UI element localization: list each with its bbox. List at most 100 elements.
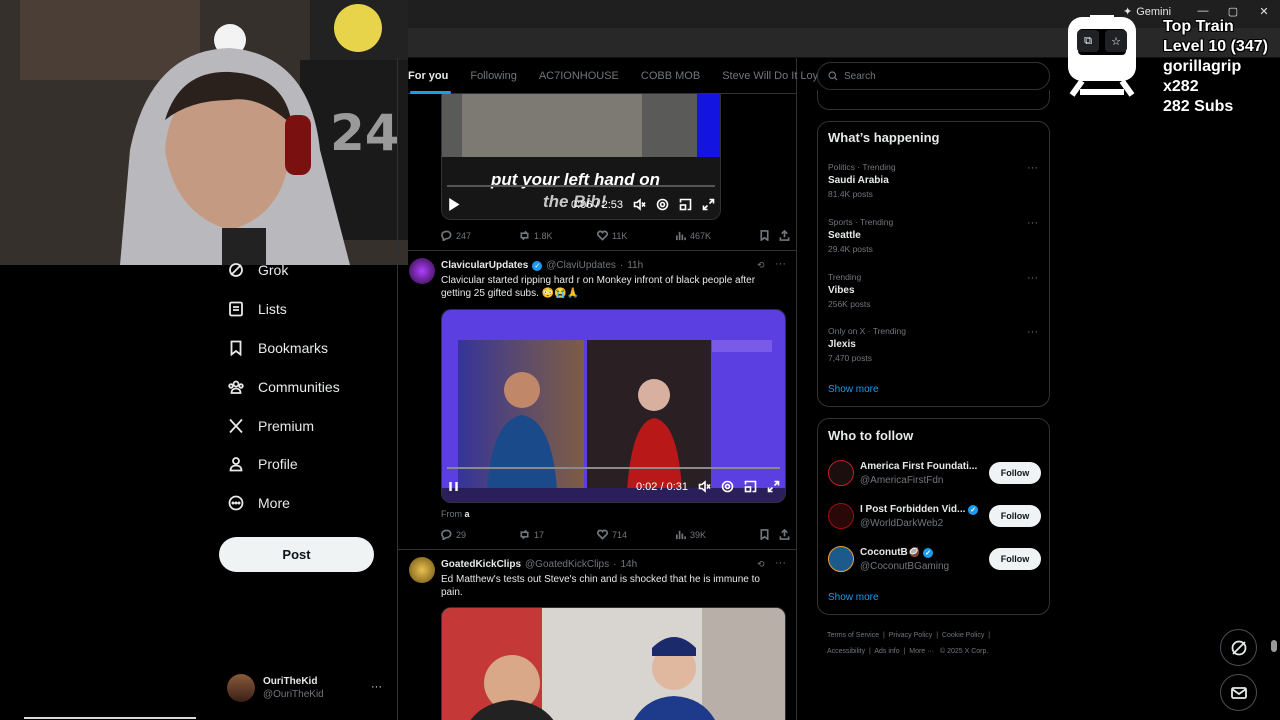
follow-suggestion[interactable]: I Post Forbidden Vid... ✓ @WorldDarkWeb2… [828,503,1041,529]
x-logo-icon [228,418,244,434]
pip-icon[interactable] [679,198,692,211]
train-icon [1066,15,1138,97]
tab-ac7ionhouse[interactable]: AC7IONHOUSE [528,58,630,94]
suggestion-name: America First Foundati... [860,460,978,472]
bookmark-button[interactable] [759,230,779,241]
scrollbar-thumb[interactable] [1271,640,1277,652]
follow-suggestion[interactable]: America First Foundati... @AmericaFirstF… [828,460,1041,486]
nav-item-more[interactable]: More [228,495,290,511]
author-name[interactable]: GoatedKickClips [441,559,521,570]
author-handle[interactable]: @ClaviUpdates [546,260,616,271]
verified-badge-icon: ✓ [923,547,934,558]
avatar[interactable] [409,258,435,284]
source-value[interactable]: a [465,509,470,519]
repost-button[interactable]: 17 [519,529,597,540]
post-button[interactable]: Post [219,537,374,572]
tweet-menu-icon[interactable]: ··· [775,557,786,569]
pip-icon[interactable] [744,480,757,493]
fullscreen-icon[interactable] [702,198,715,211]
minimize-button[interactable]: — [1194,5,1212,17]
grok-explain-icon[interactable]: ⟲ [757,260,765,271]
footer-links: Terms of Service | Privacy Policy | Cook… [827,632,991,655]
trend-menu-icon[interactable]: ··· [1027,162,1038,174]
grok-float-button[interactable] [1220,629,1257,666]
alert-line: 282 Subs [1163,98,1234,115]
video-time: 0:06 / 2:53 [571,198,623,211]
pause-icon[interactable] [447,480,460,493]
nav-item-grok[interactable]: Grok [228,262,288,278]
trend-item[interactable]: Trending Vibes 256K posts [828,272,1041,309]
nav-item-bookmarks[interactable]: Bookmarks [228,340,328,356]
trend-item[interactable]: Sports · Trending Seattle 29.4K posts [828,217,1041,254]
trend-item[interactable]: Politics · Trending Saudi Arabia 81.4K p… [828,162,1041,199]
trend-menu-icon[interactable]: ··· [1027,272,1038,284]
gemini-label: Gemini [1136,5,1172,18]
views-button[interactable]: 467K [675,230,759,241]
nav-item-premium[interactable]: Premium [228,418,314,434]
video-progress[interactable] [447,185,715,187]
follow-button[interactable]: Follow [989,505,1041,527]
nav-item-profile[interactable]: Profile [228,456,298,472]
show-more-link[interactable]: Show more [828,384,879,395]
trend-menu-icon[interactable]: ··· [1027,217,1038,229]
volume-icon[interactable] [698,480,711,493]
tab-cobb-mob[interactable]: COBB MOB [630,58,711,94]
bookmark-button[interactable] [759,529,779,540]
screenshot-icon[interactable]: ⧉ [1077,30,1099,52]
star-icon[interactable]: ☆ [1105,30,1127,52]
settings-icon[interactable] [721,480,734,493]
reply-button[interactable]: 29 [441,529,519,540]
author-name[interactable]: ClavicularUpdates [441,260,528,271]
nav-item-communities[interactable]: Communities [228,379,340,395]
footer-link[interactable]: Privacy Policy [889,632,933,639]
like-button[interactable]: 714 [597,529,675,540]
video-progress[interactable] [447,467,780,469]
tab-following[interactable]: Following [459,58,527,94]
views-button[interactable]: 39K [675,529,759,540]
tweet-age[interactable]: 14h [620,559,637,570]
tweet-age[interactable]: 11h [627,260,643,271]
grok-explain-icon[interactable]: ⟲ [757,559,765,570]
webcam-feed: 24 [0,0,408,265]
avatar [828,460,854,486]
repost-button[interactable]: 1.8K [519,230,597,241]
footer-link[interactable]: Terms of Service [827,632,879,639]
avatar[interactable] [409,557,435,583]
follow-button[interactable]: Follow [989,462,1041,484]
card-title: Who to follow [828,428,914,443]
tweet-actions: 29 17 714 39K [441,529,791,540]
account-switcher[interactable]: OuriTheKid @OuriTheKid [227,674,324,702]
footer-link[interactable]: Ads info [874,648,899,655]
follow-suggestion[interactable]: CoconutB🥥 ✓ @CoconutBGaming Follow [828,546,1041,572]
volume-icon[interactable] [633,198,646,211]
taskbar-indicator [24,717,196,719]
nav-label: Bookmarks [258,340,329,356]
play-icon[interactable] [447,198,460,211]
trend-item[interactable]: Only on X · Trending Jlexis 7,470 posts [828,326,1041,363]
show-more-link[interactable]: Show more [828,592,879,603]
settings-icon[interactable] [656,198,669,211]
reply-button[interactable]: 247 [441,230,519,241]
tweet-header: ClavicularUpdates ✓ @ClaviUpdates · 11h [441,260,643,271]
share-button[interactable] [779,230,790,241]
fullscreen-icon[interactable] [767,480,780,493]
follow-button[interactable]: Follow [989,548,1041,570]
trend-menu-icon[interactable]: ··· [1027,326,1038,338]
like-button[interactable]: 11K [597,230,675,241]
messages-float-button[interactable] [1220,674,1257,711]
browser-address-bar[interactable] [408,28,1280,58]
tweet-video[interactable] [441,607,786,720]
author-handle[interactable]: @GoatedKickClips [525,559,609,570]
share-button[interactable] [779,529,790,540]
account-menu-icon[interactable]: ··· [371,681,382,693]
footer-link[interactable]: Cookie Policy [942,632,984,639]
footer-link[interactable]: Accessibility [827,648,865,655]
dot-separator: · [613,559,617,570]
tweet-menu-icon[interactable]: ··· [775,258,786,270]
tweet-video[interactable] [441,309,786,503]
tab-for-you[interactable]: For you [408,58,459,94]
nav-item-lists[interactable]: Lists [228,301,287,317]
profile-icon [228,456,244,472]
footer-link[interactable]: More ··· [909,648,934,655]
search-input[interactable]: Search [817,62,1050,90]
